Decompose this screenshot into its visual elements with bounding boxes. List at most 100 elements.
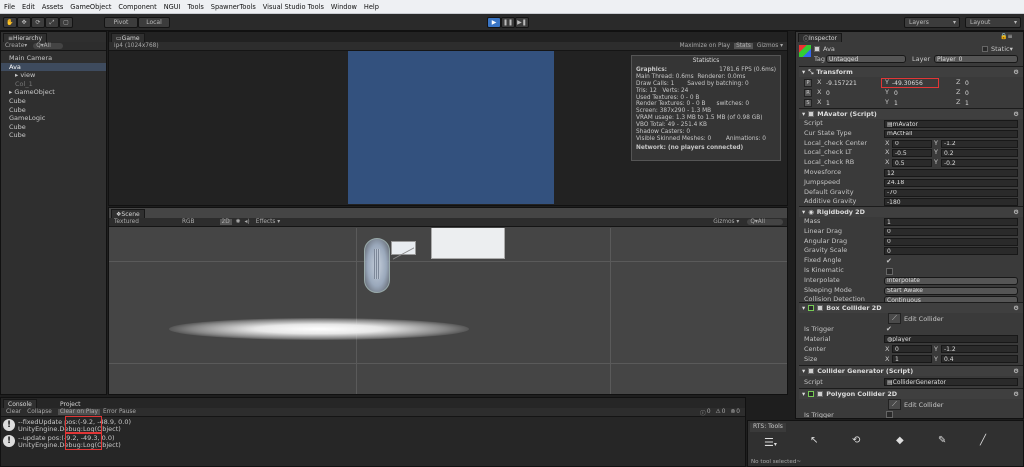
static-checkbox[interactable] xyxy=(982,45,988,52)
rect-tool-button[interactable]: ▢ xyxy=(59,17,73,28)
transform-s-z-field[interactable]: 1 xyxy=(963,99,1023,107)
local-toggle[interactable]: Local xyxy=(138,17,170,28)
tab-console[interactable]: Console xyxy=(3,399,37,408)
hierarchy-search[interactable]: Q▾All xyxy=(33,43,63,49)
rotate-tool-icon[interactable]: ⟲ xyxy=(852,435,860,446)
property-field[interactable]: 0 xyxy=(884,227,1018,236)
component-enabled-checkbox[interactable] xyxy=(817,305,824,311)
transform-s-x-field[interactable]: 1 xyxy=(824,99,882,107)
vector-y-field[interactable]: -1.2 xyxy=(941,139,1018,148)
menu-gameobject[interactable]: GameObject xyxy=(70,3,111,11)
hierarchy-item[interactable]: Ava xyxy=(1,62,106,72)
layer-dropdown[interactable]: Player_0 xyxy=(934,55,1018,63)
menu-component[interactable]: Component xyxy=(118,3,156,11)
vector-x-field[interactable]: -0.5 xyxy=(892,149,932,158)
menu-assets[interactable]: Assets xyxy=(42,3,63,11)
inspector-lock-icon[interactable]: 🔒≡ xyxy=(1000,33,1013,40)
edit-collider-button[interactable]: ⟋ xyxy=(888,313,901,324)
gear-icon[interactable]: ⚙ xyxy=(1013,390,1019,398)
property-field[interactable]: 0 xyxy=(884,237,1018,246)
property-field[interactable]: ▤ mAvator xyxy=(884,120,1018,128)
property-checkbox-checked[interactable]: ✔ xyxy=(886,257,892,265)
transform-p-x-field[interactable]: -9.157221 xyxy=(824,79,882,87)
tab-project[interactable]: Project xyxy=(55,399,86,408)
shading-dropdown[interactable]: Textured xyxy=(114,219,174,225)
property-field[interactable]: mActFall xyxy=(884,129,1018,138)
menu-tools[interactable]: Tools xyxy=(188,3,204,11)
object-name-field[interactable]: Ava xyxy=(823,45,835,53)
warning-icon[interactable]: ⚠ xyxy=(716,409,721,415)
hierarchy-item[interactable]: ▸ GameObject xyxy=(1,88,106,97)
console-clear-on-play-button[interactable]: Clear on Play xyxy=(57,409,100,415)
property-field[interactable]: 0 xyxy=(884,247,1018,256)
hierarchy-item[interactable]: Col_1 xyxy=(1,80,106,89)
component-enabled-checkbox[interactable] xyxy=(808,111,815,117)
transform-r-x-field[interactable]: 0 xyxy=(824,89,882,97)
size-x-field[interactable]: 1 xyxy=(892,355,932,363)
property-field[interactable]: 1 xyxy=(884,218,1018,226)
tab-inspector[interactable]: ⓘ Inspector xyxy=(798,33,843,43)
console-collapse-button[interactable]: Collapse xyxy=(27,409,52,415)
create-button[interactable]: Create xyxy=(5,43,24,49)
transform-p-y-field[interactable]: -49.30656 xyxy=(881,78,939,88)
move-tool-button[interactable]: ✥ xyxy=(17,17,31,28)
stats-toggle[interactable]: Stats xyxy=(734,43,753,49)
select-tool-icon[interactable]: ↖ xyxy=(810,435,818,446)
material-field[interactable]: ◍ player xyxy=(884,335,1018,343)
gear-icon[interactable]: ⚙ xyxy=(1013,68,1019,76)
play-button[interactable]: ▶ xyxy=(487,17,501,28)
property-field[interactable]: 12 xyxy=(884,169,1018,177)
pencil-tool-icon[interactable]: ✎ xyxy=(938,435,946,446)
transform-r-z-field[interactable]: 0 xyxy=(963,89,1023,97)
is-trigger-checkbox[interactable]: ✔ xyxy=(886,325,892,333)
gear-icon[interactable]: ⚙ xyxy=(1013,304,1019,312)
menu-file[interactable]: File xyxy=(4,3,15,11)
polygon-edit-collider-button[interactable]: ⟋ xyxy=(888,399,901,410)
lighting-icon[interactable]: ✺ xyxy=(236,219,241,225)
tab-game[interactable]: ▭ Game xyxy=(111,33,145,42)
rotate-tool-button[interactable]: ⟳ xyxy=(31,17,45,28)
menu-spawnertools[interactable]: SpawnerTools xyxy=(211,3,256,11)
size-y-field[interactable]: 0.4 xyxy=(941,355,1018,363)
hierarchy-item[interactable]: GameLogic xyxy=(1,114,106,123)
layers-dropdown[interactable]: Layers ▾ xyxy=(904,17,960,28)
scene-gizmos-dropdown[interactable]: Gizmos ▾ xyxy=(713,219,739,225)
2d-toggle[interactable]: 2D xyxy=(219,219,232,225)
aspect-dropdown[interactable]: ip4 (1024x768) xyxy=(114,43,159,49)
scene-search[interactable]: Q▾All xyxy=(747,219,783,225)
game-gizmos-dropdown[interactable]: Gizmos ▾ xyxy=(757,43,783,49)
hierarchy-item[interactable]: Cube xyxy=(1,97,106,106)
component-enabled-checkbox[interactable] xyxy=(817,391,824,397)
component-enabled-checkbox[interactable] xyxy=(808,368,815,374)
property-field[interactable]: 24.18 xyxy=(884,178,1018,187)
maximize-on-play-toggle[interactable]: Maximize on Play xyxy=(680,43,730,49)
transform-r-y-field[interactable]: 0 xyxy=(892,89,938,97)
pivot-toggle[interactable]: Pivot xyxy=(104,17,138,28)
hierarchy-item[interactable]: ▸ view xyxy=(1,71,106,80)
step-button[interactable]: ▶❚ xyxy=(515,17,529,28)
hierarchy-item[interactable]: Cube xyxy=(1,106,106,115)
tab-hierarchy[interactable]: ≡ Hierarchy xyxy=(3,33,48,42)
hierarchy-item[interactable]: Cube xyxy=(1,123,106,132)
property-field[interactable]: Interpolate xyxy=(884,276,1018,285)
effects-dropdown[interactable]: Effects ▾ xyxy=(256,219,280,225)
transform-p-z-field[interactable]: 0 xyxy=(963,79,1023,87)
hierarchy-item[interactable]: Main Camera xyxy=(1,54,106,63)
vector-y-field[interactable]: 0.2 xyxy=(941,149,1018,158)
mavator-header[interactable]: ▾ MAvator (Script) ⚙ xyxy=(799,108,1023,119)
hierarchy-item[interactable]: Cube xyxy=(1,131,106,140)
polygon-collider-header[interactable]: ▾ Polygon Collider 2D ⚙ xyxy=(799,388,1023,399)
transform-header[interactable]: ▾ ⤡ Transform ⚙ xyxy=(799,66,1023,77)
gear-icon[interactable]: ⚙ xyxy=(1013,110,1019,118)
scene-canvas[interactable] xyxy=(109,228,787,394)
property-field[interactable]: Start Awake xyxy=(884,286,1018,295)
collider-generator-header[interactable]: ▾ Collider Generator (Script) ⚙ xyxy=(799,365,1023,376)
gear-icon[interactable]: ⚙ xyxy=(1013,367,1019,375)
generator-script-field[interactable]: ▤ ColliderGenerator xyxy=(884,378,1018,386)
menu-visual-studio-tools[interactable]: Visual Studio Tools xyxy=(263,3,324,11)
center-x-field[interactable]: 0 xyxy=(892,345,932,353)
fill-tool-icon[interactable]: ◆ xyxy=(896,435,904,446)
list-tool-icon[interactable]: ☰▾ xyxy=(764,436,777,449)
vector-x-field[interactable]: 0.5 xyxy=(892,159,932,168)
vector-x-field[interactable]: 0 xyxy=(892,139,932,148)
